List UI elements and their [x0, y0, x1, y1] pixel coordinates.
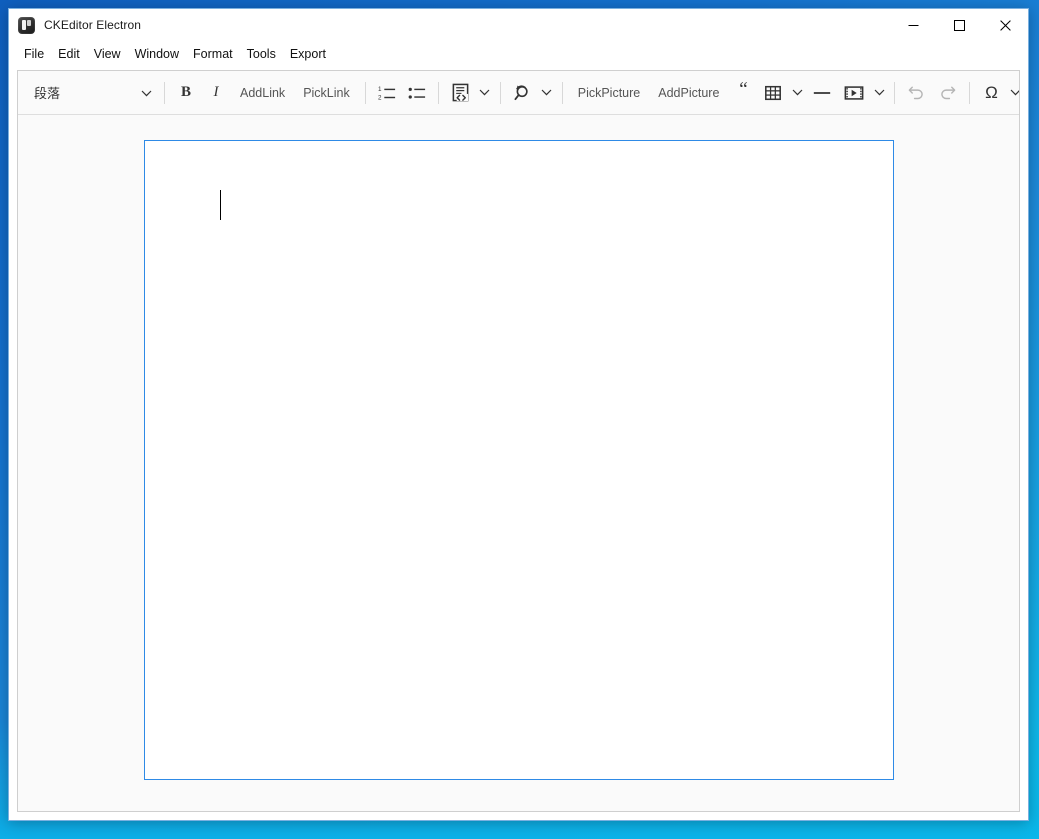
find-replace-icon — [513, 83, 532, 102]
chevron-down-icon — [792, 89, 803, 96]
undo-icon — [907, 83, 926, 102]
menu-item-format[interactable]: Format — [186, 44, 240, 64]
horizontal-line-icon — [812, 84, 832, 102]
special-characters-group: Ω — [976, 78, 1020, 108]
menu-bar: File Edit View Window Format Tools Expor… — [9, 41, 1028, 66]
html-embed-icon — [451, 83, 470, 102]
chevron-down-icon — [141, 84, 152, 102]
menu-item-tools[interactable]: Tools — [240, 44, 283, 64]
svg-text:1: 1 — [378, 86, 382, 93]
title-bar: CKEditor Electron — [9, 9, 1028, 41]
pick-picture-button[interactable]: PickPicture — [569, 78, 650, 108]
redo-button[interactable] — [932, 78, 963, 108]
close-icon — [1000, 20, 1011, 31]
application-window: CKEditor Electron File Edit — [8, 8, 1029, 821]
paragraph-style-label: 段落 — [34, 83, 60, 102]
add-picture-button[interactable]: AddPicture — [649, 78, 728, 108]
editor-frame: 段落 B I AddLink PickLink 1 2 — [17, 70, 1020, 812]
menu-item-export[interactable]: Export — [283, 44, 333, 64]
toolbar-separator — [969, 82, 970, 104]
app-icon — [18, 17, 35, 34]
close-button[interactable] — [982, 9, 1028, 41]
media-embed-group — [838, 78, 888, 108]
paragraph-style-dropdown[interactable]: 段落 — [24, 78, 158, 108]
media-embed-dropdown-arrow[interactable] — [870, 78, 888, 108]
chevron-down-icon — [874, 89, 885, 96]
html-embed-group — [445, 78, 494, 108]
svg-text:2: 2 — [378, 94, 382, 101]
menu-item-view[interactable]: View — [87, 44, 128, 64]
find-replace-button[interactable] — [507, 78, 538, 108]
editable-content-area[interactable] — [144, 140, 894, 780]
title-bar-left: CKEditor Electron — [9, 9, 141, 41]
bulleted-list-button[interactable] — [402, 78, 432, 108]
media-embed-icon — [844, 84, 864, 102]
menu-item-file[interactable]: File — [17, 44, 51, 64]
media-embed-button[interactable] — [838, 78, 870, 108]
numbered-list-icon: 1 2 — [378, 84, 396, 102]
toolbar-separator — [164, 82, 165, 104]
chevron-down-icon — [541, 89, 552, 96]
bold-button[interactable]: B — [171, 78, 201, 108]
toolbar-separator — [894, 82, 895, 104]
redo-icon — [938, 83, 957, 102]
html-embed-dropdown-arrow[interactable] — [476, 78, 494, 108]
minimize-icon — [908, 20, 919, 31]
window-controls — [890, 9, 1028, 41]
special-characters-dropdown-arrow[interactable] — [1006, 78, 1020, 108]
chevron-down-icon — [479, 89, 490, 96]
editor-toolbar: 段落 B I AddLink PickLink 1 2 — [18, 71, 1019, 115]
add-link-button[interactable]: AddLink — [231, 78, 294, 108]
menu-item-window[interactable]: Window — [128, 44, 186, 64]
italic-button[interactable]: I — [201, 78, 231, 108]
special-characters-button[interactable]: Ω — [976, 78, 1006, 108]
block-quote-button[interactable]: “ — [728, 78, 758, 108]
toolbar-separator — [365, 82, 366, 104]
numbered-list-button[interactable]: 1 2 — [372, 78, 402, 108]
chevron-down-icon — [1010, 89, 1020, 96]
insert-table-button[interactable] — [758, 78, 788, 108]
maximize-icon — [954, 20, 965, 31]
find-replace-dropdown-arrow[interactable] — [538, 78, 556, 108]
toolbar-separator — [438, 82, 439, 104]
pick-link-button[interactable]: PickLink — [294, 78, 359, 108]
table-group — [758, 78, 806, 108]
minimize-button[interactable] — [890, 9, 936, 41]
window-title: CKEditor Electron — [44, 18, 141, 32]
table-icon — [764, 84, 782, 102]
text-caret — [220, 190, 221, 220]
find-replace-group — [507, 78, 556, 108]
bulleted-list-icon — [408, 84, 426, 102]
editor-scroll-area — [18, 115, 1019, 811]
toolbar-separator — [562, 82, 563, 104]
maximize-button[interactable] — [936, 9, 982, 41]
toolbar-separator — [500, 82, 501, 104]
horizontal-line-button[interactable] — [806, 78, 838, 108]
html-embed-button[interactable] — [445, 78, 476, 108]
undo-button[interactable] — [901, 78, 932, 108]
table-dropdown-arrow[interactable] — [788, 78, 806, 108]
menu-item-edit[interactable]: Edit — [51, 44, 87, 64]
